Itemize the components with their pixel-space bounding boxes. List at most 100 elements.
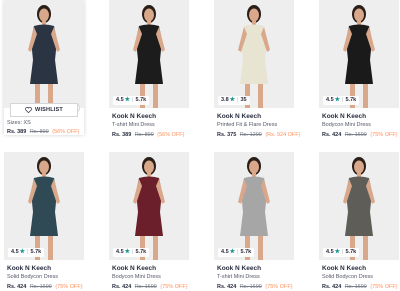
mrp-price: Rs. 1699: [344, 284, 367, 290]
price-row: Rs. 389 Rs. 899 (56% OFF): [4, 129, 84, 135]
product-image[interactable]: 4.5 ★ | 5.7k: [109, 0, 189, 108]
price-row: Rs. 424 Rs. 1699 (75% OFF): [109, 284, 189, 290]
review-count: 5.7k: [345, 97, 357, 103]
sizes-row: Sizes: XS: [7, 120, 31, 126]
discount-label: (75% OFF): [160, 284, 188, 290]
rating-badge: 4.5 ★ | 5.7k: [113, 248, 150, 257]
review-count: 5.7k: [30, 249, 42, 255]
rating-badge: 4.5 ★ | 5.7k: [323, 248, 360, 257]
wishlist-label: WISHLIST: [35, 107, 63, 113]
star-icon: ★: [229, 97, 236, 103]
mrp-price: Rs. 899: [134, 132, 154, 138]
star-icon: ★: [124, 97, 131, 103]
product-image[interactable]: 4.5 ★ | 5.7k: [214, 152, 294, 260]
discount-label: (75% OFF): [55, 284, 83, 290]
model-photo: [238, 5, 270, 108]
sale-price: Rs. 424: [322, 284, 342, 290]
discount-label: (75% OFF): [370, 132, 398, 138]
price-row: Rs. 424 Rs. 1699 (75% OFF): [4, 284, 84, 290]
rating-badge: 4.5 ★ | 5.7k: [323, 96, 360, 105]
rating-value: 3.8: [221, 97, 229, 103]
product-card[interactable]: 4.5 ★ | 5.7k Kook N Keech Bodycon Mini D…: [109, 152, 189, 290]
mrp-price: Rs. 899: [29, 129, 49, 135]
product-name: Solid Bodycon Dress: [322, 274, 374, 280]
price-row: Rs. 424 Rs. 1699 (75% OFF): [319, 284, 399, 290]
product-card[interactable]: 4.5 ★ | 5.7k Kook N Keech Solid Bodycon …: [319, 152, 399, 290]
rating-value: 4.5: [116, 249, 124, 255]
product-brand: Kook N Keech: [112, 265, 157, 272]
sale-price: Rs. 389: [7, 129, 27, 135]
rating-value: 4.5: [326, 97, 334, 103]
mrp-price: Rs. 1699: [134, 284, 157, 290]
review-count: 5.7k: [135, 249, 147, 255]
product-brand: Kook N Keech: [322, 265, 367, 272]
model-photo: [133, 5, 165, 108]
product-card[interactable]: 3.8 ★ | 35 Kook N Keech Printed Fit & Fl…: [214, 0, 301, 138]
product-image[interactable]: 3.8 ★ | 35: [214, 0, 294, 108]
review-count: 35: [240, 97, 247, 103]
heart-icon: [25, 107, 32, 113]
wishlist-button[interactable]: WISHLIST: [10, 103, 78, 117]
sale-price: Rs. 389: [112, 132, 132, 138]
model-photo: [133, 157, 165, 260]
price-row: Rs. 375 Rs. 1299 (Rs. 924 OFF): [214, 132, 301, 138]
star-icon: ★: [334, 97, 341, 103]
sale-price: Rs. 424: [217, 284, 237, 290]
discount-label: (56% OFF): [157, 132, 185, 138]
product-name: Solid Bodycon Dress: [7, 274, 59, 280]
sale-price: Rs. 424: [7, 284, 27, 290]
product-brand: Kook N Keech: [322, 113, 367, 120]
price-row: Rs. 389 Rs. 899 (56% OFF): [109, 132, 189, 138]
star-icon: ★: [124, 249, 131, 255]
product-name: Printed Fit & Flare Dress: [217, 122, 278, 128]
product-name: T-shirt Mini Dress: [217, 274, 260, 280]
review-count: 5.7k: [345, 249, 357, 255]
product-card[interactable]: 4.5 ★ | 5.7k Kook N Keech Solid Bodycon …: [4, 152, 84, 290]
product-brand: Kook N Keech: [217, 265, 262, 272]
product-name: Bodycon Mini Dress: [112, 274, 161, 280]
model-photo: [28, 5, 60, 108]
price-row: Rs. 424 Rs. 1699 (75% OFF): [319, 132, 399, 138]
rating-badge: 4.5 ★ | 5.7k: [8, 248, 45, 257]
model-photo: [28, 157, 60, 260]
product-brand: Kook N Keech: [112, 113, 157, 120]
mrp-price: Rs. 1699: [29, 284, 52, 290]
product-brand: Kook N Keech: [217, 113, 262, 120]
review-count: 5.7k: [135, 97, 147, 103]
product-image[interactable]: 4.5 ★ | 5.7k: [319, 0, 399, 108]
discount-label: (Rs. 924 OFF): [265, 132, 301, 138]
product-card[interactable]: 4.5 ★ | 5.7k Kook N Keech T-shirt Mini D…: [214, 152, 294, 290]
product-card[interactable]: WISHLIST Sizes: XS Rs. 389 Rs. 899 (56% …: [4, 0, 84, 135]
product-brand: Kook N Keech: [7, 265, 52, 272]
product-image[interactable]: 4.5 ★ | 5.7k: [4, 152, 84, 260]
size-value: XS: [23, 120, 31, 126]
product-name: Bodycon Mini Dress: [322, 122, 371, 128]
model-photo: [238, 157, 270, 260]
discount-label: (75% OFF): [265, 284, 293, 290]
rating-badge: 3.8 ★ | 35: [218, 96, 250, 105]
star-icon: ★: [19, 249, 26, 255]
mrp-price: Rs. 1699: [239, 284, 262, 290]
rating-value: 4.5: [11, 249, 19, 255]
rating-value: 4.5: [116, 97, 124, 103]
sale-price: Rs. 375: [217, 132, 237, 138]
star-icon: ★: [229, 249, 236, 255]
rating-badge: 4.5 ★ | 5.7k: [113, 96, 150, 105]
product-image[interactable]: 4.5 ★ | 5.7k: [109, 152, 189, 260]
rating-badge: 4.5 ★ | 5.7k: [218, 248, 255, 257]
mrp-price: Rs. 1699: [344, 132, 367, 138]
discount-label: (75% OFF): [370, 284, 398, 290]
sale-price: Rs. 424: [112, 284, 132, 290]
rating-value: 4.5: [326, 249, 334, 255]
discount-label: (56% OFF): [52, 129, 80, 135]
rating-value: 4.5: [221, 249, 229, 255]
price-row: Rs. 424 Rs. 1699 (75% OFF): [214, 284, 294, 290]
model-photo: [343, 5, 375, 108]
product-card[interactable]: 4.5 ★ | 5.7k Kook N Keech Bodycon Mini D…: [319, 0, 399, 138]
product-image[interactable]: 4.5 ★ | 5.7k: [319, 152, 399, 260]
model-photo: [343, 157, 375, 260]
product-image[interactable]: [4, 0, 84, 108]
review-count: 5.7k: [240, 249, 252, 255]
star-icon: ★: [334, 249, 341, 255]
product-card[interactable]: 4.5 ★ | 5.7k Kook N Keech T-shirt Mini D…: [109, 0, 189, 138]
